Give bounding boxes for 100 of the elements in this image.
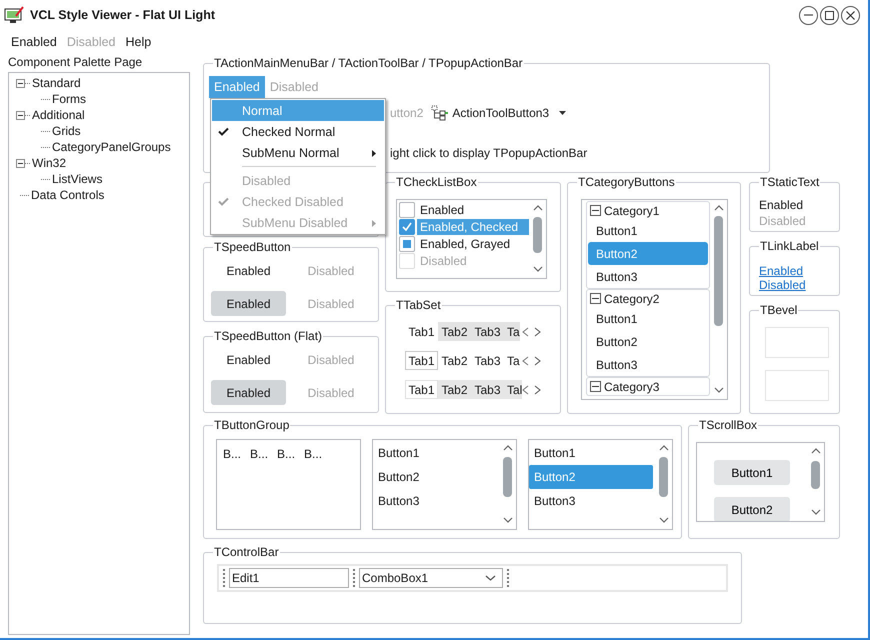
speed-button[interactable]: Enabled	[211, 291, 286, 316]
link[interactable]: Disabled	[759, 278, 806, 292]
category-header[interactable]: Category1	[604, 204, 660, 218]
monitor-icon	[4, 6, 24, 23]
category-header[interactable]: Category2	[604, 292, 660, 306]
group-title: TLinkLabel	[759, 239, 820, 253]
group-title: TBevel	[759, 303, 798, 317]
checkbox[interactable]	[399, 202, 415, 218]
panel-label: Component Palette Page	[8, 55, 144, 69]
group-button[interactable]: Button1	[529, 441, 653, 465]
tab[interactable]: Tab3	[471, 351, 504, 370]
tree-item[interactable]: Standard	[32, 76, 81, 90]
collapse-icon[interactable]	[590, 293, 601, 304]
link[interactable]: Enabled	[759, 264, 804, 278]
minimize-button[interactable]	[799, 6, 818, 24]
edit-field[interactable]: Edit1	[229, 568, 349, 588]
scrollbar-thumb[interactable]	[533, 217, 542, 253]
tree-item[interactable]: Additional	[32, 108, 85, 122]
tab[interactable]: Tab2	[438, 380, 471, 399]
collapse-icon[interactable]	[590, 381, 601, 392]
button[interactable]: Button2	[714, 497, 790, 521]
tab[interactable]: Tab3	[471, 322, 504, 341]
chevron-up-icon[interactable]	[532, 205, 542, 211]
group-button[interactable]: Button2	[373, 465, 497, 489]
chevron-up-icon[interactable]	[502, 445, 512, 451]
group-title: TActionMainMenuBar / TActionToolBar / TPopupActionBar	[213, 56, 524, 70]
category-button[interactable]: Button3	[588, 353, 708, 376]
scroll-left-icon[interactable]	[522, 384, 529, 394]
button[interactable]: Button1	[714, 460, 790, 485]
chevron-down-icon[interactable]	[485, 575, 496, 581]
tree-item[interactable]: Data Controls	[31, 188, 104, 202]
tree-item[interactable]: Win32	[32, 156, 66, 170]
scrollbar-thumb[interactable]	[811, 461, 820, 489]
scroll-right-icon[interactable]	[534, 384, 541, 394]
group-button[interactable]: Button3	[529, 489, 653, 513]
grip-handle[interactable]	[507, 569, 509, 587]
tree-item[interactable]: Grids	[52, 124, 81, 138]
tab[interactable]: Tal	[504, 380, 522, 399]
group-button[interactable]: B...	[277, 447, 296, 529]
tab[interactable]: Tab2	[438, 322, 471, 341]
collapse-icon[interactable]	[16, 158, 25, 168]
tree-item[interactable]: Forms	[52, 92, 86, 106]
scroll-left-icon[interactable]	[522, 356, 529, 366]
chevron-down-icon[interactable]	[502, 517, 512, 523]
menu-item[interactable]: SubMenu Normal	[212, 142, 384, 163]
static-text: Disabled	[759, 214, 807, 230]
scroll-right-icon[interactable]	[534, 356, 541, 366]
close-button[interactable]	[841, 6, 860, 24]
category-button[interactable]: Button3	[588, 265, 708, 288]
tab[interactable]: Tab2	[438, 351, 471, 370]
checkbox[interactable]	[399, 218, 415, 234]
collapse-icon[interactable]	[16, 78, 25, 88]
group-button[interactable]: Button1	[373, 441, 497, 465]
toolbar-button[interactable]: ActionToolButton3	[452, 106, 550, 120]
tab[interactable]: Ta	[504, 322, 520, 341]
scroll-right-icon[interactable]	[534, 326, 541, 336]
group-button[interactable]: B...	[250, 447, 268, 529]
window-title: VCL Style Viewer - Flat UI Light	[30, 8, 215, 22]
category-button[interactable]: Button2	[588, 330, 708, 353]
scroll-left-icon[interactable]	[522, 326, 529, 336]
chevron-down-icon[interactable]	[714, 387, 724, 393]
list-item[interactable]: Enabled	[417, 202, 529, 218]
chevron-up-icon[interactable]	[714, 205, 724, 211]
chevron-down-icon[interactable]	[810, 509, 820, 515]
chevron-up-icon[interactable]	[658, 445, 668, 451]
group-title: TCategoryButtons	[577, 175, 676, 189]
group-button[interactable]: B...	[304, 447, 322, 529]
hint-text: ight click to display TPopupActionBar	[390, 146, 588, 160]
scrollbar-thumb[interactable]	[714, 216, 723, 326]
maximize-button[interactable]	[820, 6, 839, 24]
collapse-icon[interactable]	[16, 110, 25, 120]
close-icon	[846, 10, 855, 20]
tab[interactable]: Ta	[504, 351, 520, 370]
grip-handle[interactable]	[223, 569, 225, 587]
category-button[interactable]: Button1	[588, 219, 708, 242]
menu-item[interactable]: Enabled	[11, 35, 57, 49]
scrollbar-thumb[interactable]	[503, 457, 512, 497]
collapse-icon[interactable]	[590, 205, 601, 216]
list-item[interactable]: Enabled, Grayed	[417, 236, 529, 252]
category-button[interactable]: Button1	[588, 307, 708, 330]
caret-icon[interactable]	[559, 111, 566, 115]
speed-button[interactable]: Enabled	[211, 260, 286, 282]
tab[interactable]: Tab1	[405, 380, 438, 399]
grip-handle[interactable]	[353, 569, 355, 587]
menu-item[interactable]: Help	[126, 35, 152, 49]
tree-item[interactable]: ListViews	[52, 172, 102, 186]
tree-item[interactable]: CategoryPanelGroups	[52, 140, 171, 154]
group-button[interactable]: Button3	[373, 489, 497, 513]
combo-box[interactable]: ComboBox1	[359, 568, 503, 588]
chevron-up-icon[interactable]	[810, 448, 820, 454]
chevron-down-icon[interactable]	[532, 266, 542, 272]
menu-item[interactable]: Checked Normal	[212, 121, 384, 142]
chevron-down-icon[interactable]	[658, 517, 668, 523]
group-title: TStaticText	[759, 175, 820, 189]
tab[interactable]: Tab3	[471, 380, 504, 399]
scrollbar-thumb[interactable]	[659, 457, 668, 497]
speed-button[interactable]: Enabled	[211, 349, 286, 371]
speed-button[interactable]: Enabled	[211, 380, 286, 405]
group-button[interactable]: B...	[223, 447, 242, 529]
tab[interactable]: Tab1	[405, 351, 438, 370]
